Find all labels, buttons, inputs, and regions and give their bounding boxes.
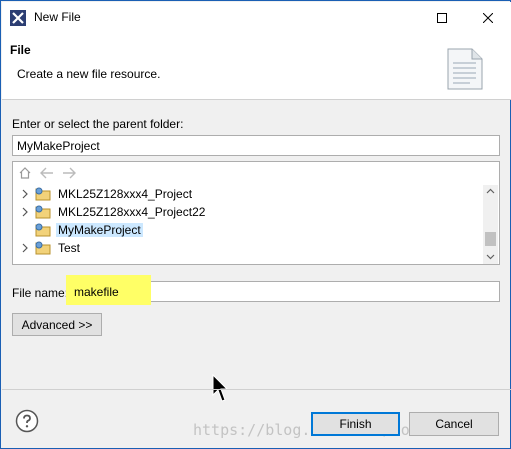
scroll-down-icon[interactable] (486, 254, 495, 260)
tree-item-label: MKL25Z128xxx4_Project22 (58, 205, 206, 219)
title-bar: New File (2, 2, 511, 32)
parent-folder-value: MyMakeProject (17, 139, 100, 153)
file-name-input[interactable]: makefile (66, 275, 500, 305)
advanced-button-label: Advanced >> (21, 317, 93, 332)
file-name-value: makefile (74, 285, 119, 299)
new-file-dialog: New File File Create a new file resource… (0, 0, 511, 449)
maximize-button[interactable] (419, 3, 465, 33)
tree-item[interactable]: Test (13, 239, 473, 257)
project-folder-icon (35, 241, 51, 255)
eclipse-x-icon (10, 10, 26, 26)
wizard-header: File Create a new file resource. (2, 32, 511, 100)
maximize-icon (437, 13, 447, 23)
advanced-button[interactable]: Advanced >> (12, 313, 102, 336)
cancel-button[interactable]: Cancel (409, 412, 499, 436)
scroll-thumb[interactable] (485, 232, 496, 246)
parent-folder-input[interactable]: MyMakeProject (12, 135, 500, 156)
tree-item-label: Test (58, 241, 81, 255)
tree-item-label: MKL25Z128xxx4_Project (58, 187, 193, 201)
chevron-right-icon[interactable] (20, 205, 30, 219)
close-button[interactable] (465, 3, 511, 33)
parent-folder-label: Enter or select the parent folder: (12, 117, 184, 131)
help-icon[interactable] (15, 409, 39, 433)
chevron-right-icon[interactable] (20, 241, 30, 255)
close-icon (483, 13, 493, 23)
window-title: New File (34, 10, 81, 24)
forward-arrow-icon[interactable] (61, 167, 77, 179)
project-folder-icon (35, 187, 51, 201)
project-folder-icon (35, 205, 51, 219)
tree-item-selected[interactable]: MyMakeProject (13, 221, 473, 239)
finish-button[interactable]: Finish (311, 412, 400, 436)
scroll-up-icon[interactable] (486, 188, 495, 194)
tree-item[interactable]: MKL25Z128xxx4_Project22 (13, 203, 473, 221)
page-description: Create a new file resource. (17, 67, 161, 81)
tree-item-label: MyMakeProject (56, 223, 143, 237)
page-title: File (10, 43, 31, 57)
footer-divider (2, 389, 511, 390)
tree-scrollbar[interactable] (483, 185, 498, 264)
project-folder-icon (35, 223, 51, 237)
folder-tree: MKL25Z128xxx4_Project MKL25Z128xxx4_Proj… (12, 161, 500, 265)
home-icon[interactable] (18, 166, 32, 180)
cancel-button-label: Cancel (435, 417, 473, 431)
file-name-label: File name: (12, 286, 69, 300)
tree-item[interactable]: MKL25Z128xxx4_Project (13, 185, 473, 203)
back-arrow-icon[interactable] (39, 167, 55, 179)
finish-button-label: Finish (339, 417, 372, 431)
new-file-wizard-icon (447, 48, 483, 90)
chevron-right-icon[interactable] (20, 187, 30, 201)
